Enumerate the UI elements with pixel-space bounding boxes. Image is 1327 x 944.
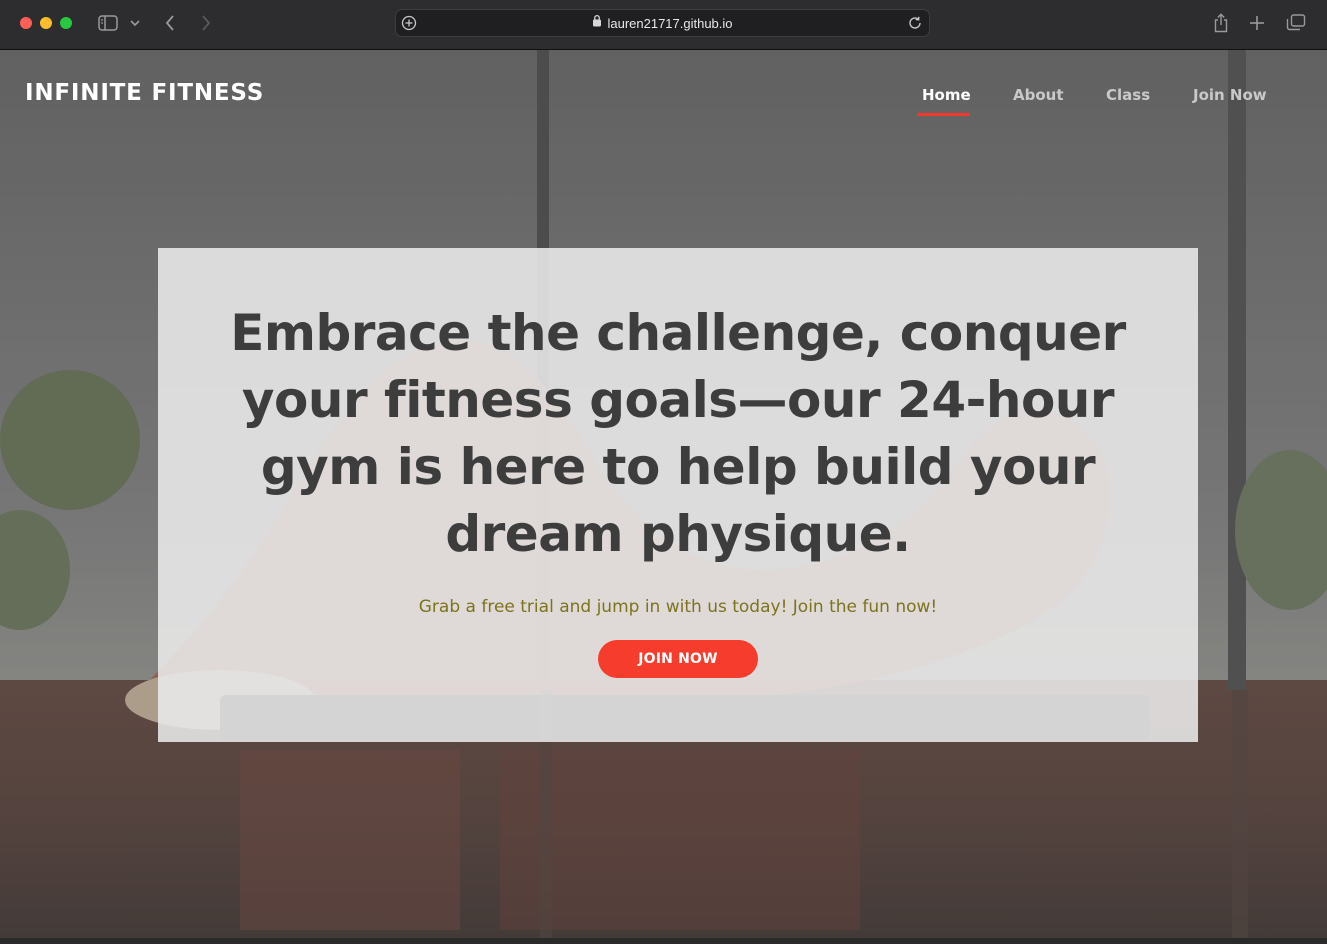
- window-bottom-edge: [0, 938, 1327, 944]
- nav-home[interactable]: Home: [922, 86, 971, 104]
- share-icon[interactable]: [1210, 10, 1232, 36]
- close-window-button[interactable]: [20, 17, 32, 29]
- nav-about[interactable]: About: [1013, 86, 1064, 104]
- join-now-button[interactable]: JOIN NOW: [598, 640, 758, 678]
- nav-join-now[interactable]: Join Now: [1193, 86, 1267, 104]
- plus-icon[interactable]: [1246, 10, 1268, 36]
- hero-title: Embrace the challenge, conquer your fitn…: [230, 304, 1126, 563]
- chevron-left-icon[interactable]: [160, 10, 180, 36]
- chevron-down-icon[interactable]: [128, 10, 142, 36]
- minimize-window-button[interactable]: [40, 17, 52, 29]
- browser-toolbar: lauren21717.github.io: [0, 0, 1327, 50]
- zoom-window-button[interactable]: [60, 17, 72, 29]
- chevron-right-icon[interactable]: [196, 10, 216, 36]
- main-nav: Home About Class Join Now: [0, 86, 1327, 116]
- hero-subtitle: Grab a free trial and jump in with us to…: [418, 597, 938, 617]
- nav-class[interactable]: Class: [1106, 86, 1150, 104]
- lock-icon: [592, 14, 602, 32]
- hero-card: Embrace the challenge, conquer your fitn…: [158, 248, 1198, 742]
- reload-icon[interactable]: [907, 15, 923, 31]
- sidebar-icon[interactable]: [96, 10, 120, 36]
- page-viewport: INFINITE FITNESS Home About Class Join N…: [0, 50, 1327, 938]
- address-bar[interactable]: lauren21717.github.io: [395, 9, 930, 37]
- url-text[interactable]: lauren21717.github.io: [607, 16, 732, 31]
- nav-active-indicator: [917, 113, 970, 116]
- tabs-icon[interactable]: [1284, 10, 1308, 36]
